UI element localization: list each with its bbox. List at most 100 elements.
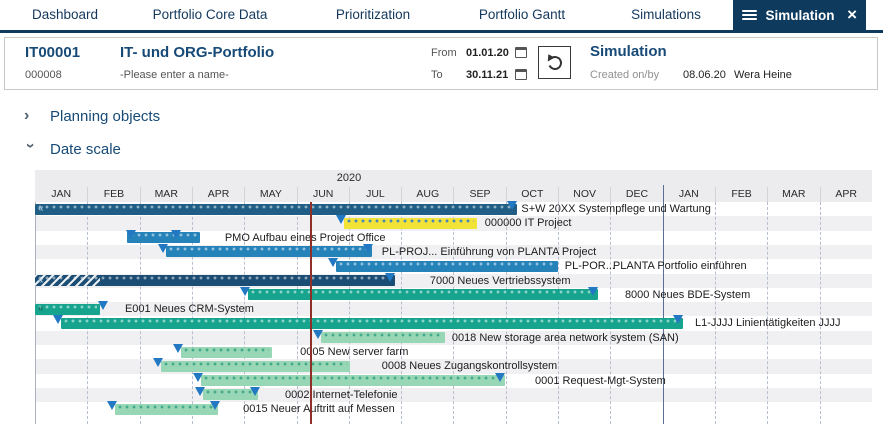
date-marker-icon[interactable] bbox=[210, 401, 220, 410]
gantt-bar[interactable] bbox=[161, 361, 350, 372]
date-marker-icon[interactable] bbox=[171, 230, 181, 239]
chevron-right-icon[interactable] bbox=[24, 107, 36, 125]
date-marker-icon[interactable] bbox=[126, 230, 136, 239]
date-marker-icon[interactable] bbox=[193, 373, 203, 382]
date-marker-icon[interactable] bbox=[336, 215, 346, 224]
date-marker-icon[interactable] bbox=[195, 387, 205, 396]
gantt-bar[interactable] bbox=[166, 246, 372, 257]
nav-item-dashboard[interactable]: Dashboard bbox=[32, 0, 98, 30]
gantt-chart: 2020JANFEBMARAPRMAYJUNJULAUGSEPOCTNOVDEC… bbox=[35, 170, 877, 424]
simulation-title: Simulation bbox=[590, 43, 667, 60]
calendar-icon-from[interactable] bbox=[515, 47, 527, 58]
date-scale-label: Date scale bbox=[50, 141, 121, 158]
bar-label: S+W 20XX Systempflege und Wartung bbox=[521, 202, 710, 216]
top-navigation: Dashboard Portfolio Core Data Prioritiza… bbox=[0, 0, 883, 30]
gantt-bar[interactable] bbox=[321, 332, 445, 343]
date-marker-icon[interactable] bbox=[173, 344, 183, 353]
bar-label: 0015 Neuer Auftritt auf Messen bbox=[243, 402, 395, 416]
active-tab-simulation[interactable]: Simulation × bbox=[733, 0, 866, 30]
nav-item-portfolio-gantt[interactable]: Portfolio Gantt bbox=[479, 0, 565, 30]
bar-label: 8000 Neues BDE-System bbox=[625, 288, 750, 302]
bar-label: 0018 New storage area network system (SA… bbox=[452, 331, 679, 345]
refresh-button[interactable] bbox=[538, 46, 571, 79]
portfolio-title: IT- und ORG-Portfolio bbox=[120, 44, 274, 61]
gantt-bar[interactable] bbox=[127, 232, 200, 243]
nav-item-prioritization[interactable]: Prioritization bbox=[336, 0, 410, 30]
date-marker-icon[interactable] bbox=[385, 273, 395, 282]
gantt-bar[interactable] bbox=[248, 289, 597, 300]
bar-label-secondary: PLANTA Portfolio einführen bbox=[613, 259, 747, 273]
portfolio-code: 000008 bbox=[25, 69, 62, 81]
gantt-bar[interactable] bbox=[201, 375, 505, 386]
month-gridline bbox=[767, 202, 768, 424]
date-marker-icon[interactable] bbox=[107, 401, 117, 410]
date-marker-icon[interactable] bbox=[153, 358, 163, 367]
nav-accent-border bbox=[0, 30, 883, 33]
month-label: AUG bbox=[401, 187, 453, 202]
date-marker-icon[interactable] bbox=[313, 330, 323, 339]
calendar-icon-to[interactable] bbox=[515, 69, 527, 80]
created-date: 08.06.20 bbox=[683, 69, 726, 81]
month-label: JUL bbox=[349, 187, 401, 202]
bar-label: PL-POR... bbox=[565, 259, 615, 273]
date-marker-icon[interactable] bbox=[53, 315, 63, 324]
close-icon[interactable]: × bbox=[843, 0, 857, 30]
date-marker-icon[interactable] bbox=[98, 301, 108, 310]
active-tab-label: Simulation bbox=[757, 8, 843, 23]
created-by-user: Wera Heine bbox=[734, 69, 792, 81]
gantt-bar[interactable] bbox=[35, 304, 100, 315]
gantt-bar[interactable] bbox=[115, 404, 218, 415]
from-label: From bbox=[431, 47, 457, 59]
gantt-bar[interactable] bbox=[336, 261, 558, 272]
section-date-scale[interactable]: Date scale bbox=[24, 139, 121, 159]
month-label: MAY bbox=[244, 187, 296, 202]
created-on-by-label: Created on/by bbox=[590, 69, 659, 81]
gantt-bar[interactable] bbox=[181, 347, 272, 358]
from-date-field[interactable]: 01.01.20 bbox=[466, 47, 509, 59]
date-marker-icon[interactable] bbox=[328, 258, 338, 267]
to-label: To bbox=[431, 69, 443, 81]
month-label: SEP bbox=[453, 187, 505, 202]
section-planning-objects[interactable]: Planning objects bbox=[24, 106, 160, 126]
date-marker-icon[interactable] bbox=[495, 373, 505, 382]
portfolio-id: IT00001 bbox=[25, 44, 80, 61]
month-gridline bbox=[610, 202, 611, 424]
nav-item-portfolio-core-data[interactable]: Portfolio Core Data bbox=[153, 0, 268, 30]
bar-label: E001 Neues CRM-System bbox=[125, 302, 254, 316]
gantt-bar[interactable] bbox=[35, 204, 517, 215]
date-marker-icon[interactable] bbox=[507, 201, 517, 210]
gantt-bar[interactable] bbox=[344, 218, 477, 229]
name-placeholder-field[interactable]: -Please enter a name- bbox=[120, 69, 229, 81]
month-label: APR bbox=[820, 187, 872, 202]
month-label: FEB bbox=[87, 187, 139, 202]
bar-label: 0005 New server farm bbox=[300, 345, 408, 359]
month-gridline bbox=[401, 202, 402, 424]
bar-label: 7000 Neues Vertriebssystem bbox=[430, 274, 571, 288]
month-label: JUN bbox=[297, 187, 349, 202]
date-marker-icon[interactable] bbox=[158, 244, 168, 253]
month-label: APR bbox=[192, 187, 244, 202]
date-marker-icon[interactable] bbox=[240, 287, 250, 296]
date-marker-icon[interactable] bbox=[673, 315, 683, 324]
continuation-arrow-symbol: « bbox=[38, 203, 43, 215]
nav-item-simulations[interactable]: Simulations bbox=[631, 0, 701, 30]
date-marker-icon[interactable] bbox=[250, 387, 260, 396]
gantt-bar[interactable] bbox=[61, 318, 683, 329]
bar-label: PMO Aufbau eines Project Office bbox=[225, 231, 386, 245]
month-label: OCT bbox=[506, 187, 558, 202]
bar-label: 0002 Internet-Telefonie bbox=[285, 388, 398, 402]
chevron-down-icon[interactable] bbox=[21, 143, 39, 155]
date-marker-icon[interactable] bbox=[588, 287, 598, 296]
portfolio-info-card: IT00001 000008 IT- und ORG-Portfolio -Pl… bbox=[4, 37, 878, 90]
date-marker-icon[interactable] bbox=[363, 244, 373, 253]
continuation-arrow-symbol: « bbox=[38, 275, 43, 287]
year-label: 2020 bbox=[35, 172, 663, 184]
hamburger-menu-icon[interactable] bbox=[742, 10, 757, 21]
planning-objects-label: Planning objects bbox=[50, 108, 160, 125]
to-date-field[interactable]: 30.11.21 bbox=[466, 69, 508, 81]
gantt-timescale-header: 2020JANFEBMARAPRMAYJUNJULAUGSEPOCTNOVDEC… bbox=[35, 170, 872, 202]
current-date-line bbox=[310, 202, 312, 424]
month-gridline bbox=[820, 202, 821, 424]
bar-hatch-overlay bbox=[35, 275, 100, 286]
month-label: JAN bbox=[663, 187, 715, 202]
